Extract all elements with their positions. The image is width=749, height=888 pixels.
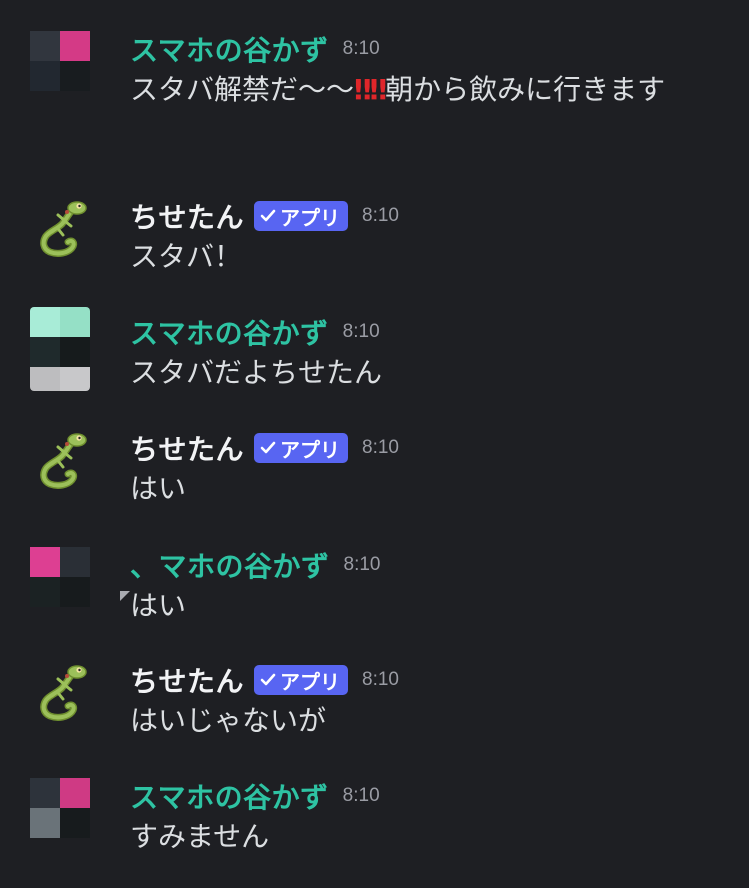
- avatar[interactable]: [30, 778, 90, 838]
- message-text: はい: [130, 472, 187, 505]
- message-text-part: スタバ解禁だ〜〜: [130, 73, 355, 106]
- message-header: 、マホの谷かず 8:10: [130, 547, 381, 583]
- message-text: スタバ解禁だ〜〜‼‼朝から飲みに行きます: [130, 65, 730, 115]
- timestamp: 8:10: [362, 437, 399, 458]
- message-text: すみません: [130, 820, 270, 853]
- checkmark-icon: [260, 673, 276, 686]
- message-text: はいじゃないが: [130, 704, 327, 737]
- message-header: スマホの谷かず 8:10: [130, 31, 380, 67]
- checkmark-icon: [260, 209, 276, 222]
- message-text-part: 朝から飲みに行きます: [385, 73, 666, 106]
- gecko-avatar-icon[interactable]: [30, 430, 90, 490]
- badge-label: アプリ: [280, 437, 341, 462]
- avatar[interactable]: [30, 307, 90, 391]
- timestamp: 8:10: [342, 785, 380, 806]
- author-name[interactable]: スマホの谷かず: [130, 776, 329, 816]
- chat-screen: { "messages": [ { "author": "スマホの谷かず", "…: [0, 0, 749, 888]
- gecko-avatar-icon[interactable]: [30, 662, 90, 722]
- message-header: ちせたん アプリ 8:10: [130, 430, 399, 466]
- app-badge: アプリ: [254, 665, 349, 695]
- avatar[interactable]: [30, 547, 90, 607]
- author-name[interactable]: 、マホの谷かず: [130, 545, 330, 585]
- message-header: ちせたん アプリ 8:10: [130, 662, 399, 698]
- timestamp: 8:10: [343, 554, 381, 575]
- badge-label: アプリ: [280, 669, 341, 694]
- message-text: スタバだよちせたん: [130, 356, 383, 389]
- app-badge: アプリ: [254, 433, 349, 463]
- app-badge: アプリ: [254, 201, 349, 231]
- checkmark-icon: [260, 441, 276, 454]
- message-header: スマホの谷かず 8:10: [130, 314, 380, 350]
- timestamp: 8:10: [342, 321, 380, 342]
- author-name[interactable]: スマホの谷かず: [130, 29, 329, 69]
- badge-label: アプリ: [280, 205, 341, 230]
- author-name[interactable]: ちせたん: [130, 660, 244, 700]
- author-name[interactable]: ちせたん: [130, 428, 244, 468]
- gecko-avatar-icon[interactable]: [30, 198, 90, 258]
- timestamp: 8:10: [362, 205, 399, 226]
- double-exclamation-emoji: ‼‼: [354, 73, 387, 106]
- avatar[interactable]: [30, 31, 90, 91]
- message-header: ちせたん アプリ 8:10: [130, 198, 399, 234]
- timestamp: 8:10: [362, 669, 399, 690]
- message-text: スタバ！: [130, 240, 243, 273]
- timestamp: 8:10: [342, 38, 380, 59]
- message-text: はい: [130, 589, 187, 622]
- message-header: スマホの谷かず 8:10: [130, 778, 380, 814]
- author-name[interactable]: スマホの谷かず: [130, 312, 329, 352]
- author-name[interactable]: ちせたん: [130, 196, 244, 236]
- selection-corner-marker: [120, 591, 130, 601]
